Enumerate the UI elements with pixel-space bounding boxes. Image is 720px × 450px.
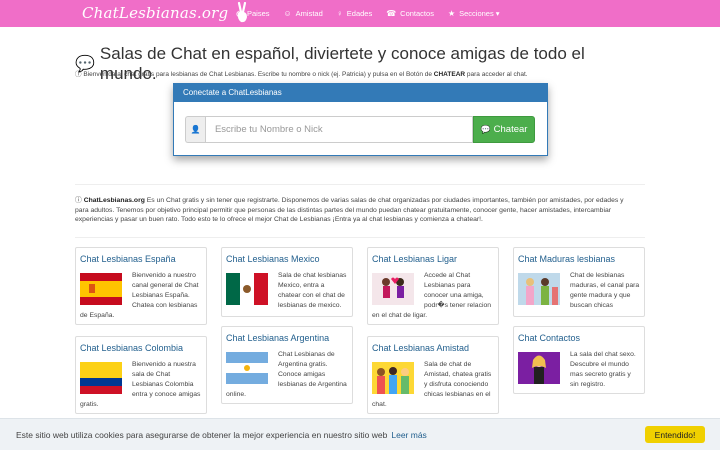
intro-text-end: para acceder al chat.	[465, 71, 528, 78]
intro-strong: CHATEAR	[433, 71, 466, 78]
card-text: Chat de lesbianas maduras, el canal para…	[518, 271, 640, 311]
card-title[interactable]: Chat Lesbianas Argentina	[226, 333, 329, 343]
nav-edades[interactable]: ♀ Edades	[337, 9, 372, 18]
brand-logo[interactable]: ChatLesbianas.org	[82, 2, 250, 24]
card-description: Chat de lesbianas maduras, el canal para…	[570, 272, 640, 309]
card-contactos: Chat Contactos La sala del chat sexo. De…	[513, 326, 645, 394]
card-description: La sala del chat sexo. Descubre el mundo…	[570, 351, 636, 388]
nav-label: Edades	[346, 9, 373, 18]
about-strong: ChatLesbianas.org	[83, 197, 145, 204]
page-title: 💬 Salas de Chat en español, diviertete y…	[75, 44, 635, 84]
smile-icon: ☺	[283, 9, 292, 18]
card-title[interactable]: Chat Lesbianas Mexico	[226, 254, 320, 264]
nav-contactos[interactable]: ☎ Contactos	[386, 9, 434, 18]
nav-label: Secciones ▾	[459, 9, 500, 18]
card-title[interactable]: Chat Lesbianas Amistad	[372, 343, 469, 353]
card-espana: Chat Lesbianas España Bienvenido a nuest…	[75, 247, 207, 325]
card-title[interactable]: Chat Contactos	[518, 333, 580, 343]
info-icon: ⓘ	[75, 197, 82, 204]
chatear-button[interactable]: 💬 Chatear	[473, 116, 535, 143]
cookie-text: Este sitio web utiliza cookies para aseg…	[16, 430, 388, 440]
connect-panel-header: Conectate a ChatLesbianas	[174, 84, 547, 102]
nav-amistad[interactable]: ☺ Amistad	[284, 9, 323, 18]
top-navbar: ChatLesbianas.org ◍ Paises ☺ Amistad ♀ E…	[0, 0, 720, 27]
card-mexico: Chat Lesbianas Mexico Sala de chat lesbi…	[221, 247, 353, 317]
person-icon: ♀	[336, 9, 343, 18]
card-title[interactable]: Chat Lesbianas Colombia	[80, 343, 183, 353]
divider	[75, 237, 645, 238]
entendido-button[interactable]: Entendido!	[645, 426, 705, 443]
card-text: Bienvenido a nuestra sala de Chat Lesbia…	[80, 360, 202, 410]
nick-input-group: 👤 Escribe tu Nombre o Nick 💬 Chatear	[185, 116, 535, 143]
nav-paises[interactable]: ◍ Paises	[236, 9, 270, 18]
divider	[75, 184, 645, 185]
star-icon: ★	[447, 9, 456, 18]
phone-icon: ☎	[386, 9, 397, 18]
card-text: Sala de chat lesbianas Mexico, entra a c…	[226, 271, 348, 311]
intro-text-part: Bienvenida al chat gratis para lesbianas…	[83, 71, 434, 78]
card-colombia: Chat Lesbianas Colombia Bienvenido a nue…	[75, 336, 207, 414]
nav-secciones-dropdown[interactable]: ★ Secciones ▾	[448, 9, 500, 18]
main-nav: ◍ Paises ☺ Amistad ♀ Edades ☎ Contactos …	[236, 0, 514, 27]
card-argentina: Chat Lesbianas Argentina Chat Lesbianas …	[221, 326, 353, 404]
chat-icon: 💬	[480, 125, 491, 134]
cookie-bar: Este sitio web utiliza cookies para aseg…	[0, 418, 720, 450]
leer-mas-link[interactable]: Leer más	[391, 430, 426, 440]
card-text: Chat Lesbianas de Argentina gratis. Cono…	[226, 350, 348, 400]
about-text: ⓘ ChatLesbianas.org Es un Chat gratis y …	[75, 196, 635, 225]
card-text: Sala de chat de Amistad, chatea gratis y…	[372, 360, 494, 410]
nav-label: Paises	[246, 9, 270, 18]
page-title-text: Salas de Chat en español, diviertete y c…	[99, 44, 585, 83]
card-title[interactable]: Chat Lesbianas Ligar	[372, 254, 457, 264]
about-body: Es un Chat gratis y sin tener que regist…	[75, 197, 624, 223]
chatear-label: Chatear	[493, 124, 528, 135]
nav-label: Amistad	[295, 9, 323, 18]
user-icon: 👤	[185, 116, 205, 143]
card-amistad: Chat Lesbianas Amistad Sala de chat de A…	[367, 336, 499, 414]
nav-label: Contactos	[400, 9, 434, 18]
brand-name: ChatLesbianas.org	[82, 4, 229, 22]
card-text: La sala del chat sexo. Descubre el mundo…	[518, 350, 640, 390]
connect-panel: Conectate a ChatLesbianas 👤 Escribe tu N…	[173, 83, 548, 156]
card-text: Bienvenido a nuestro canal general de Ch…	[80, 271, 202, 321]
card-text: Accede al Chat Lesbianas para conocer un…	[372, 271, 494, 321]
info-icon: ⓘ	[75, 71, 82, 78]
nick-input[interactable]: Escribe tu Nombre o Nick	[204, 116, 474, 143]
intro-text: ⓘ Bienvenida al chat gratis para lesbian…	[75, 68, 635, 78]
card-title[interactable]: Chat Maduras lesbianas	[518, 254, 615, 264]
globe-icon: ◍	[236, 9, 243, 18]
card-description: Sala de chat lesbianas Mexico, entra a c…	[278, 272, 347, 309]
card-ligar: Chat Lesbianas Ligar Accede al Chat Lesb…	[367, 247, 499, 325]
card-maduras: Chat Maduras lesbianas Chat de lesbianas…	[513, 247, 645, 317]
card-title[interactable]: Chat Lesbianas España	[80, 254, 176, 264]
cookie-message: Este sitio web utiliza cookies para aseg…	[16, 430, 427, 440]
